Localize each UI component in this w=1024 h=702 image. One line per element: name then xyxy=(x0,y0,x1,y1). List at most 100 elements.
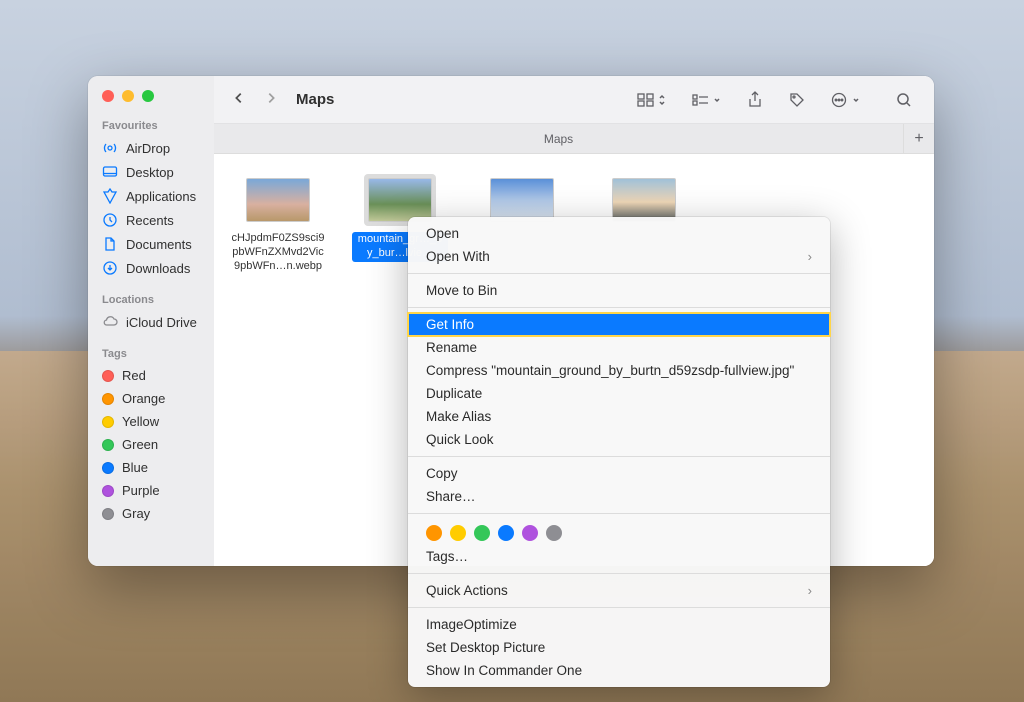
menu-quick-look[interactable]: Quick Look xyxy=(408,428,830,451)
search-button[interactable] xyxy=(888,92,920,108)
file-thumbnail-icon xyxy=(612,178,676,222)
sidebar-item-documents[interactable]: Documents xyxy=(88,232,214,256)
toolbar: Maps xyxy=(214,76,934,124)
icloud-icon xyxy=(102,314,118,330)
documents-icon xyxy=(102,236,118,252)
menu-separator xyxy=(408,573,830,574)
sidebar-item-airdrop[interactable]: AirDrop xyxy=(88,136,214,160)
menu-separator xyxy=(408,513,830,514)
file-thumbnail-icon xyxy=(246,178,310,222)
tag-blue-circle[interactable] xyxy=(498,525,514,541)
file-item[interactable]: cHJpdmF0ZS9sci9pbWFnZXMvd2Vic9pbWFn…n.we… xyxy=(228,174,328,273)
menu-duplicate[interactable]: Duplicate xyxy=(408,382,830,405)
sidebar-item-applications[interactable]: Applications xyxy=(88,184,214,208)
menu-rename[interactable]: Rename xyxy=(408,336,830,359)
tag-orange-icon xyxy=(102,393,114,405)
menu-tags[interactable]: Tags… xyxy=(408,545,830,568)
window-title: Maps xyxy=(296,91,334,108)
group-button[interactable] xyxy=(684,93,729,107)
tags-button[interactable] xyxy=(781,92,813,108)
chevron-right-icon: › xyxy=(808,583,812,598)
menu-image-optimize[interactable]: ImageOptimize xyxy=(408,613,830,636)
tag-red-icon xyxy=(102,370,114,382)
recents-icon xyxy=(102,212,118,228)
menu-quick-actions[interactable]: Quick Actions› xyxy=(408,579,830,602)
sidebar-section-locations: Locations xyxy=(88,290,214,310)
sidebar: Favourites AirDrop Desktop Applications … xyxy=(88,76,214,566)
menu-tag-colors xyxy=(408,519,830,545)
chevron-right-icon: › xyxy=(808,249,812,264)
tag-blue-icon xyxy=(102,462,114,474)
tag-yellow-circle[interactable] xyxy=(450,525,466,541)
sidebar-tag-orange[interactable]: Orange xyxy=(88,387,214,410)
tag-green-icon xyxy=(102,439,114,451)
sidebar-item-label: Blue xyxy=(122,460,148,475)
downloads-icon xyxy=(102,260,118,276)
sidebar-item-icloud-drive[interactable]: iCloud Drive xyxy=(88,310,214,334)
sidebar-item-label: Recents xyxy=(126,213,174,228)
menu-share[interactable]: Share… xyxy=(408,485,830,508)
menu-separator xyxy=(408,456,830,457)
tag-purple-icon xyxy=(102,485,114,497)
desktop-icon xyxy=(102,164,118,180)
view-mode-button[interactable] xyxy=(629,93,674,107)
tag-yellow-icon xyxy=(102,416,114,428)
file-label: cHJpdmF0ZS9sci9pbWFnZXMvd2Vic9pbWFn…n.we… xyxy=(230,232,326,273)
window-zoom-button[interactable] xyxy=(142,90,154,102)
sidebar-tag-red[interactable]: Red xyxy=(88,364,214,387)
context-menu: Open Open With› Move to Bin Get Info Ren… xyxy=(408,217,830,687)
tag-gray-circle[interactable] xyxy=(546,525,562,541)
menu-copy[interactable]: Copy xyxy=(408,462,830,485)
sidebar-tag-purple[interactable]: Purple xyxy=(88,479,214,502)
window-controls xyxy=(88,86,214,116)
action-menu-button[interactable] xyxy=(823,92,868,108)
window-close-button[interactable] xyxy=(102,90,114,102)
sidebar-item-label: iCloud Drive xyxy=(126,315,197,330)
sidebar-item-label: Red xyxy=(122,368,146,383)
tag-green-circle[interactable] xyxy=(474,525,490,541)
sidebar-item-label: Applications xyxy=(126,189,196,204)
sidebar-tag-yellow[interactable]: Yellow xyxy=(88,410,214,433)
tag-gray-icon xyxy=(102,508,114,520)
menu-set-desktop-picture[interactable]: Set Desktop Picture xyxy=(408,636,830,659)
sidebar-item-label: Documents xyxy=(126,237,192,252)
airdrop-icon xyxy=(102,140,118,156)
menu-separator xyxy=(408,607,830,608)
sidebar-section-favourites: Favourites xyxy=(88,116,214,136)
tag-orange-circle[interactable] xyxy=(426,525,442,541)
tab-add-button[interactable]: + xyxy=(904,124,934,153)
sidebar-item-label: Green xyxy=(122,437,158,452)
sidebar-item-label: Orange xyxy=(122,391,165,406)
file-thumbnail-icon xyxy=(368,178,432,222)
sidebar-item-desktop[interactable]: Desktop xyxy=(88,160,214,184)
menu-open-with[interactable]: Open With› xyxy=(408,245,830,268)
tab-bar: Maps + xyxy=(214,124,934,154)
sidebar-tag-blue[interactable]: Blue xyxy=(88,456,214,479)
sidebar-item-label: Yellow xyxy=(122,414,159,429)
menu-show-in-commander-one[interactable]: Show In Commander One xyxy=(408,659,830,682)
applications-icon xyxy=(102,188,118,204)
sidebar-tag-gray[interactable]: Gray xyxy=(88,502,214,525)
menu-separator xyxy=(408,307,830,308)
menu-compress[interactable]: Compress "mountain_ground_by_burtn_d59zs… xyxy=(408,359,830,382)
window-minimize-button[interactable] xyxy=(122,90,134,102)
sidebar-item-label: Gray xyxy=(122,506,150,521)
nav-back-button[interactable] xyxy=(228,89,250,110)
sidebar-item-downloads[interactable]: Downloads xyxy=(88,256,214,280)
menu-move-to-bin[interactable]: Move to Bin xyxy=(408,279,830,302)
menu-separator xyxy=(408,273,830,274)
sidebar-item-label: Desktop xyxy=(126,165,174,180)
tab-maps[interactable]: Maps xyxy=(214,124,904,153)
sidebar-item-label: Downloads xyxy=(126,261,190,276)
menu-make-alias[interactable]: Make Alias xyxy=(408,405,830,428)
sidebar-tag-green[interactable]: Green xyxy=(88,433,214,456)
menu-get-info[interactable]: Get Info xyxy=(408,313,830,336)
file-thumbnail-icon xyxy=(490,178,554,222)
tag-purple-circle[interactable] xyxy=(522,525,538,541)
share-button[interactable] xyxy=(739,91,771,109)
menu-open[interactable]: Open xyxy=(408,222,830,245)
sidebar-item-recents[interactable]: Recents xyxy=(88,208,214,232)
nav-forward-button[interactable] xyxy=(260,89,282,110)
tab-label: Maps xyxy=(544,132,573,146)
sidebar-section-tags: Tags xyxy=(88,344,214,364)
